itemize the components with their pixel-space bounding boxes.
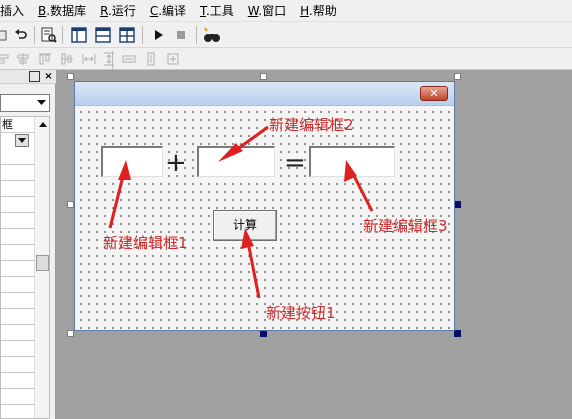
scroll-up-icon[interactable] xyxy=(35,117,50,132)
stop-icon[interactable] xyxy=(172,26,190,44)
vertical-scrollbar[interactable] xyxy=(34,117,49,418)
toolbar-separator xyxy=(34,26,35,44)
toolbar-separator xyxy=(196,26,197,44)
property-row[interactable] xyxy=(1,245,34,261)
toolbar-separator xyxy=(62,26,63,44)
resize-handle[interactable] xyxy=(260,73,267,80)
scrollbar-thumb[interactable] xyxy=(36,255,49,271)
property-row[interactable] xyxy=(1,389,34,405)
resize-handle[interactable] xyxy=(454,201,461,208)
equals-sign: = xyxy=(284,148,306,178)
close-icon[interactable]: ✕ xyxy=(420,86,448,101)
property-row[interactable] xyxy=(1,405,34,419)
object-combo[interactable] xyxy=(0,94,50,112)
annotation-button1: 新建按钮1 xyxy=(266,304,336,322)
annotation-edit2: 新建编辑框2 xyxy=(269,116,354,134)
plus-sign: + xyxy=(165,148,187,178)
property-row[interactable] xyxy=(1,165,34,181)
property-row[interactable] xyxy=(1,325,34,341)
space-horizontal-icon[interactable] xyxy=(80,51,98,67)
resize-handle[interactable] xyxy=(454,330,461,337)
menu-help[interactable]: H.帮助 xyxy=(300,0,337,22)
main-toolbar xyxy=(0,22,572,48)
property-row[interactable] xyxy=(1,309,34,325)
resize-handle[interactable] xyxy=(454,73,461,80)
menu-window[interactable]: W.窗口 xyxy=(248,0,286,22)
property-row[interactable] xyxy=(1,293,34,309)
property-dropdown-button[interactable] xyxy=(15,134,29,147)
annotation-edit1: 新建编辑框1 xyxy=(103,234,188,252)
resize-handle[interactable] xyxy=(67,330,74,337)
toolbar-separator xyxy=(142,26,143,44)
form-titlebar[interactable]: ✕ xyxy=(75,82,454,106)
property-row[interactable] xyxy=(1,149,34,165)
window-icon[interactable] xyxy=(29,71,40,82)
align-left-icon[interactable] xyxy=(0,51,12,67)
menu-compile[interactable]: C.编译 xyxy=(150,0,186,22)
property-row[interactable] xyxy=(1,229,34,245)
toolbar-separator xyxy=(112,51,113,69)
align-center-icon[interactable] xyxy=(14,51,32,67)
align-middle-icon[interactable] xyxy=(58,51,76,67)
align-top-icon[interactable] xyxy=(36,51,54,67)
run-icon[interactable] xyxy=(150,26,168,44)
layout-split-icon[interactable] xyxy=(118,26,136,44)
property-row[interactable] xyxy=(1,357,34,373)
edit-box-2[interactable] xyxy=(197,146,275,177)
menu-run[interactable]: R.运行 xyxy=(100,0,136,22)
layout-left-icon[interactable] xyxy=(70,26,88,44)
property-row[interactable] xyxy=(1,341,34,357)
property-row[interactable] xyxy=(1,261,34,277)
property-name-cell: 框 xyxy=(1,117,34,133)
menu-insert[interactable]: 插入 xyxy=(0,0,24,22)
property-grid: 框 xyxy=(0,116,50,419)
align-toolbar xyxy=(0,48,572,70)
menu-tools[interactable]: T.工具 xyxy=(200,0,234,22)
resize-handle[interactable] xyxy=(67,73,74,80)
same-size-icon[interactable] xyxy=(164,51,182,67)
same-width-icon[interactable] xyxy=(120,51,138,67)
property-row[interactable] xyxy=(1,277,34,293)
binoculars-icon[interactable] xyxy=(203,26,221,44)
property-row[interactable] xyxy=(1,213,34,229)
layout-top-icon[interactable] xyxy=(94,26,112,44)
menu-bar: 插入 B.数据库 R.运行 C.编译 T.工具 W.窗口 H.帮助 xyxy=(0,0,572,22)
same-height-icon[interactable] xyxy=(142,51,160,67)
calculate-button[interactable]: 计算 xyxy=(213,210,277,241)
panel-close-button[interactable]: × xyxy=(43,71,54,82)
panel-header: × xyxy=(0,70,56,84)
find-icon[interactable] xyxy=(40,26,58,44)
undo-icon[interactable] xyxy=(12,26,30,44)
space-vertical-icon[interactable] xyxy=(100,51,118,67)
property-row[interactable] xyxy=(1,181,34,197)
resize-handle[interactable] xyxy=(67,201,74,208)
property-row[interactable] xyxy=(1,373,34,389)
edit-box-1[interactable] xyxy=(101,146,163,177)
menu-database[interactable]: B.数据库 xyxy=(38,0,86,22)
annotation-edit3: 新建编辑框3 xyxy=(363,217,448,235)
property-row[interactable] xyxy=(1,197,34,213)
resize-handle[interactable] xyxy=(260,330,267,337)
chevron-down-icon[interactable] xyxy=(34,96,48,110)
properties-panel: × 框 xyxy=(0,70,56,419)
edit-box-3[interactable] xyxy=(309,146,395,177)
form-window[interactable]: ✕ xyxy=(74,81,455,331)
